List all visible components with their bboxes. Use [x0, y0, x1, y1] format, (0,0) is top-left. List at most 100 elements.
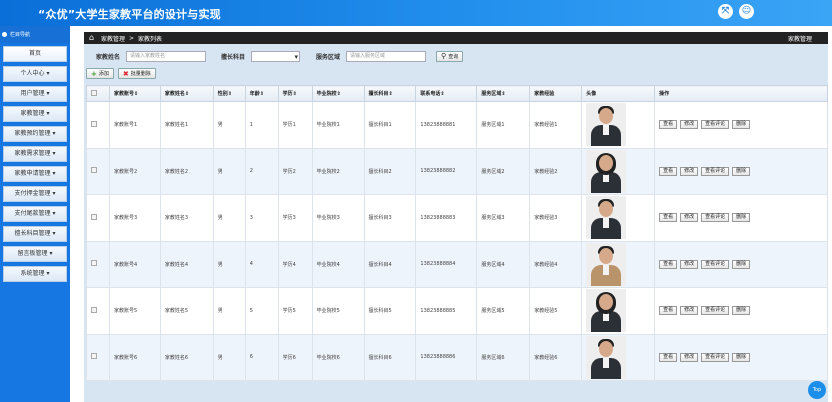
column-header[interactable]: 服务区域⇕ — [476, 85, 531, 102]
sidebar-item-booking-management[interactable]: 家教预约管理 ▾ — [3, 126, 67, 142]
user-icon[interactable]: ☺ — [739, 4, 754, 19]
column-header[interactable]: 擅长科目⇕ — [363, 85, 417, 102]
table-cell: 家教账号5 — [108, 287, 161, 335]
table-cell: 擅长科目3 — [363, 194, 417, 242]
breadcrumb-section[interactable]: 家教管理 — [101, 34, 125, 43]
table-cell: 4 — [244, 240, 279, 288]
row-checkbox[interactable] — [91, 306, 97, 313]
edit-button[interactable]: 修改 — [680, 213, 699, 223]
view-button[interactable]: 查看 — [659, 352, 678, 362]
edit-button[interactable]: 修改 — [680, 166, 699, 176]
avatar — [586, 335, 627, 379]
breadcrumb-separator: > — [129, 34, 135, 42]
row-checkbox[interactable] — [91, 260, 97, 267]
scroll-top-button[interactable]: Top — [808, 381, 826, 399]
delete-button[interactable]: 删除 — [732, 259, 751, 269]
column-header[interactable]: 家教账号⇕ — [108, 85, 161, 102]
select-all-checkbox[interactable] — [91, 89, 97, 96]
sidebar-item-subject-management[interactable]: 擅长科目管理 ▾ — [3, 226, 67, 242]
view-button[interactable]: 查看 — [659, 120, 678, 130]
avatar — [586, 289, 627, 333]
table-cell: 擅长科目6 — [363, 333, 417, 381]
edit-button[interactable]: 修改 — [680, 352, 699, 362]
action-row: + 添加 ✖ 批量删除 — [86, 68, 156, 79]
avatar-cell — [581, 240, 656, 288]
view-comments-button[interactable]: 查看评论 — [701, 352, 730, 362]
tutor-name-input[interactable]: 请输入家教姓名 — [126, 50, 207, 62]
view-button[interactable]: 查看 — [659, 213, 678, 223]
table-row: 家教账号2 家教姓名2 男 2 学历2 毕业院校2 擅长科目2 13823888882 服务区域… — [86, 147, 828, 195]
view-button[interactable]: 查看 — [659, 306, 678, 316]
edit-button[interactable]: 修改 — [680, 259, 699, 269]
table-cell: 家教经验2 — [529, 147, 583, 195]
row-select-cell[interactable] — [86, 287, 110, 335]
row-select-cell[interactable] — [86, 147, 110, 195]
table-cell: 家教姓名2 — [159, 147, 214, 195]
column-header[interactable]: 联系电话⇕ — [415, 85, 478, 102]
app-title: “众优”大学生家教平台的设计与实现 — [38, 8, 221, 21]
actions-cell: 查看 修改 查看评论 删除 — [654, 101, 828, 149]
table-body: 家教账号1 家教姓名1 男 1 学历1 毕业院校1 擅长科目1 13823888881 服务区域… — [86, 101, 828, 381]
column-header[interactable]: 年龄⇕ — [244, 85, 279, 102]
table-cell: 家教姓名3 — [159, 194, 214, 242]
row-select-cell[interactable] — [86, 101, 110, 149]
table-cell: 学历2 — [277, 147, 313, 195]
view-comments-button[interactable]: 查看评论 — [701, 259, 730, 269]
sidebar-item-user-management[interactable]: 用户管理 ▾ — [3, 86, 67, 102]
sidebar-item-message-board[interactable]: 留言板管理 ▾ — [3, 246, 67, 262]
view-button[interactable]: 查看 — [659, 166, 678, 176]
sidebar-item-demand-management[interactable]: 家教需求管理 ▾ — [3, 146, 67, 162]
delete-button[interactable]: 删除 — [732, 306, 751, 316]
sidebar-item-final-payment-management[interactable]: 支付尾款管理 ▾ — [3, 206, 67, 222]
view-button[interactable]: 查看 — [659, 259, 678, 269]
delete-button[interactable]: 删除 — [732, 213, 751, 223]
search-button[interactable]: ⚲ 查询 — [436, 50, 464, 62]
sidebar-header: 栏目导航 — [0, 26, 70, 43]
view-comments-button[interactable]: 查看评论 — [701, 166, 730, 176]
home-icon[interactable]: ⌂ — [89, 34, 97, 42]
sidebar-item-application-management[interactable]: 家教申请管理 ▾ — [3, 166, 67, 182]
row-checkbox[interactable] — [91, 213, 97, 220]
sidebar-item-personal-center[interactable]: 个人中心 ▾ — [3, 66, 67, 82]
sidebar-item-home[interactable]: 首页 — [3, 46, 67, 62]
row-select-cell[interactable] — [86, 333, 110, 381]
row-checkbox[interactable] — [91, 167, 97, 174]
row-checkbox[interactable] — [91, 353, 97, 360]
tutor-name-label: 家教姓名 — [96, 53, 121, 61]
delete-button[interactable]: 删除 — [732, 120, 751, 130]
sidebar-item-deposit-management[interactable]: 支付押金管理 ▾ — [3, 186, 67, 202]
view-comments-button[interactable]: 查看评论 — [701, 120, 730, 130]
breadcrumb: ⌂ 家教管理 > 家教列表 家教管理 — [84, 32, 828, 44]
table-cell: 家教账号3 — [108, 194, 161, 242]
batch-delete-button[interactable]: ✖ 批量删除 — [117, 68, 156, 79]
column-header[interactable]: 家教姓名⇕ — [159, 85, 214, 102]
delete-button[interactable]: 删除 — [732, 166, 751, 176]
row-select-cell[interactable] — [86, 194, 110, 242]
row-select-cell[interactable] — [86, 240, 110, 288]
column-header[interactable]: 学历⇕ — [277, 85, 313, 102]
table-row: 家教账号1 家教姓名1 男 1 学历1 毕业院校1 擅长科目1 13823888881 服务区域… — [86, 101, 828, 149]
sidebar-item-system-management[interactable]: 系统管理 ▾ — [3, 266, 67, 282]
table-cell: 服务区域1 — [476, 101, 531, 149]
view-comments-button[interactable]: 查看评论 — [701, 213, 730, 223]
column-header[interactable]: 性别⇕ — [212, 85, 246, 102]
actions-cell: 查看 修改 查看评论 删除 — [654, 194, 828, 242]
select-all-header[interactable] — [86, 85, 110, 102]
subject-select[interactable] — [251, 50, 301, 62]
table-cell: 毕业院校2 — [311, 147, 365, 195]
view-comments-button[interactable]: 查看评论 — [701, 306, 730, 316]
delete-button[interactable]: 删除 — [732, 352, 751, 362]
row-checkbox[interactable] — [91, 120, 97, 127]
area-input[interactable]: 请输入服务区域 — [346, 50, 427, 62]
table-cell: 家教账号6 — [108, 333, 161, 381]
avatar — [586, 149, 627, 193]
edit-button[interactable]: 修改 — [680, 120, 699, 130]
edit-button[interactable]: 修改 — [680, 306, 699, 316]
table-cell: 家教账号4 — [108, 240, 161, 288]
sidebar-item-tutor-management[interactable]: 家教管理 ▾ — [3, 106, 67, 122]
add-button[interactable]: + 添加 — [86, 68, 114, 79]
column-header[interactable]: 毕业院校⇕ — [311, 85, 365, 102]
actions-cell: 查看 修改 查看评论 删除 — [654, 147, 828, 195]
fullscreen-icon[interactable]: ⤧ — [718, 4, 733, 19]
table-cell: 男 — [212, 287, 246, 335]
